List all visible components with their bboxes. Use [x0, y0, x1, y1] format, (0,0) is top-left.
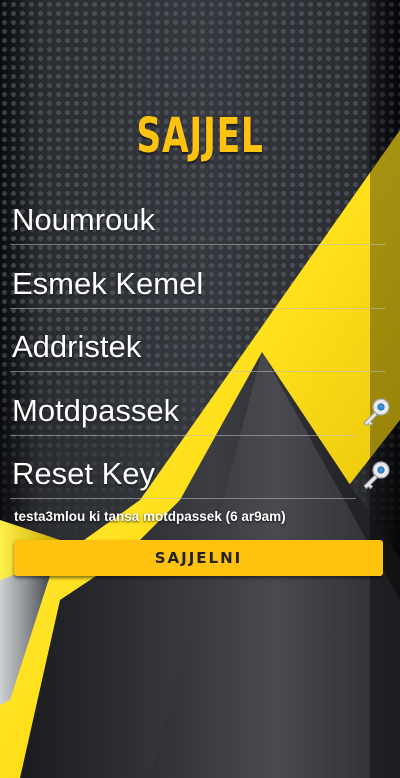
- password-field[interactable]: Motdpassek: [10, 387, 356, 436]
- phone-number-field[interactable]: Noumrouk: [10, 196, 386, 245]
- address-field[interactable]: Addristek: [10, 323, 386, 372]
- register-button[interactable]: SAJJELNI: [14, 540, 383, 576]
- password-hint: testa3mlou ki tansa motdpassek (6 ar9am): [14, 509, 286, 524]
- reset-key-icon[interactable]: [360, 459, 392, 491]
- password-key-icon[interactable]: [360, 396, 392, 428]
- full-name-placeholder: Esmek Kemel: [12, 266, 204, 301]
- phone-number-placeholder: Noumrouk: [12, 202, 155, 237]
- reset-key-placeholder: Reset Key: [12, 456, 156, 491]
- reset-key-field[interactable]: Reset Key: [10, 450, 356, 499]
- full-name-field[interactable]: Esmek Kemel: [10, 260, 386, 309]
- password-placeholder: Motdpassek: [12, 393, 180, 428]
- address-placeholder: Addristek: [12, 329, 142, 364]
- page-title: SAJJEL: [136, 108, 264, 164]
- register-screen: SAJJEL Noumrouk Esmek Kemel Addristek Mo…: [0, 0, 400, 778]
